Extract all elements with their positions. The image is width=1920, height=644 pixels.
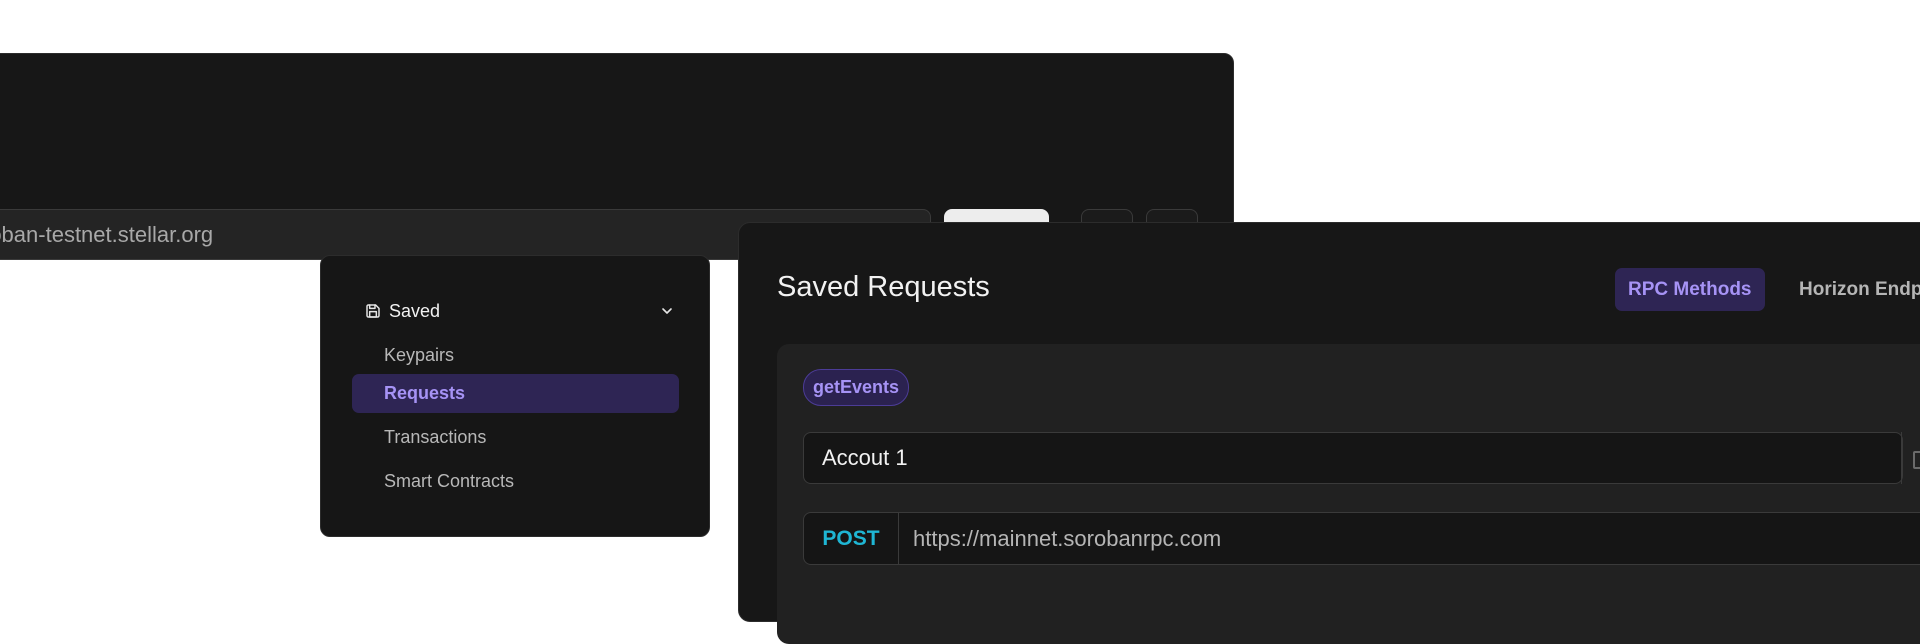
sidebar-saved-header[interactable]: Saved [365, 294, 675, 328]
sidebar-item-keypairs[interactable]: Keypairs [352, 336, 679, 375]
floppy-disk-icon [365, 303, 381, 319]
page-title: Saved Requests [777, 271, 990, 303]
saved-requests-panel: Saved Requests RPC Methods Horizon Endpo… [738, 222, 1920, 644]
saved-request-card: getEvents Accout 1 POST https://mainnet.… [777, 344, 1920, 644]
rpc-method-badge: getEvents [803, 369, 910, 406]
http-method-label: POST [804, 513, 899, 564]
edit-icon[interactable] [1913, 451, 1920, 469]
chevron-down-icon[interactable] [659, 303, 675, 319]
endpoint-url-field[interactable]: https://mainnet.sorobanrpc.com [913, 513, 1221, 564]
saved-sidebar: Saved Keypairs Requests Transactions Sma… [320, 255, 710, 537]
tab-rpc-methods[interactable]: RPC Methods [1615, 268, 1765, 311]
sidebar-header-label: Saved [389, 300, 441, 321]
sidebar-item-requests[interactable]: Requests [352, 374, 679, 413]
endpoint-row: POST https://mainnet.sorobanrpc.com [803, 512, 1920, 565]
request-window: roban-testnet.stellar.org Submit [0, 53, 1234, 260]
sidebar-item-smart-contracts[interactable]: Smart Contracts [352, 462, 679, 501]
tab-horizon-endpoints[interactable]: Horizon Endpo [1786, 268, 1920, 311]
name-input-divider [1901, 432, 1902, 484]
sidebar-item-transactions[interactable]: Transactions [352, 418, 679, 457]
request-name-input[interactable]: Accout 1 [803, 432, 1903, 484]
